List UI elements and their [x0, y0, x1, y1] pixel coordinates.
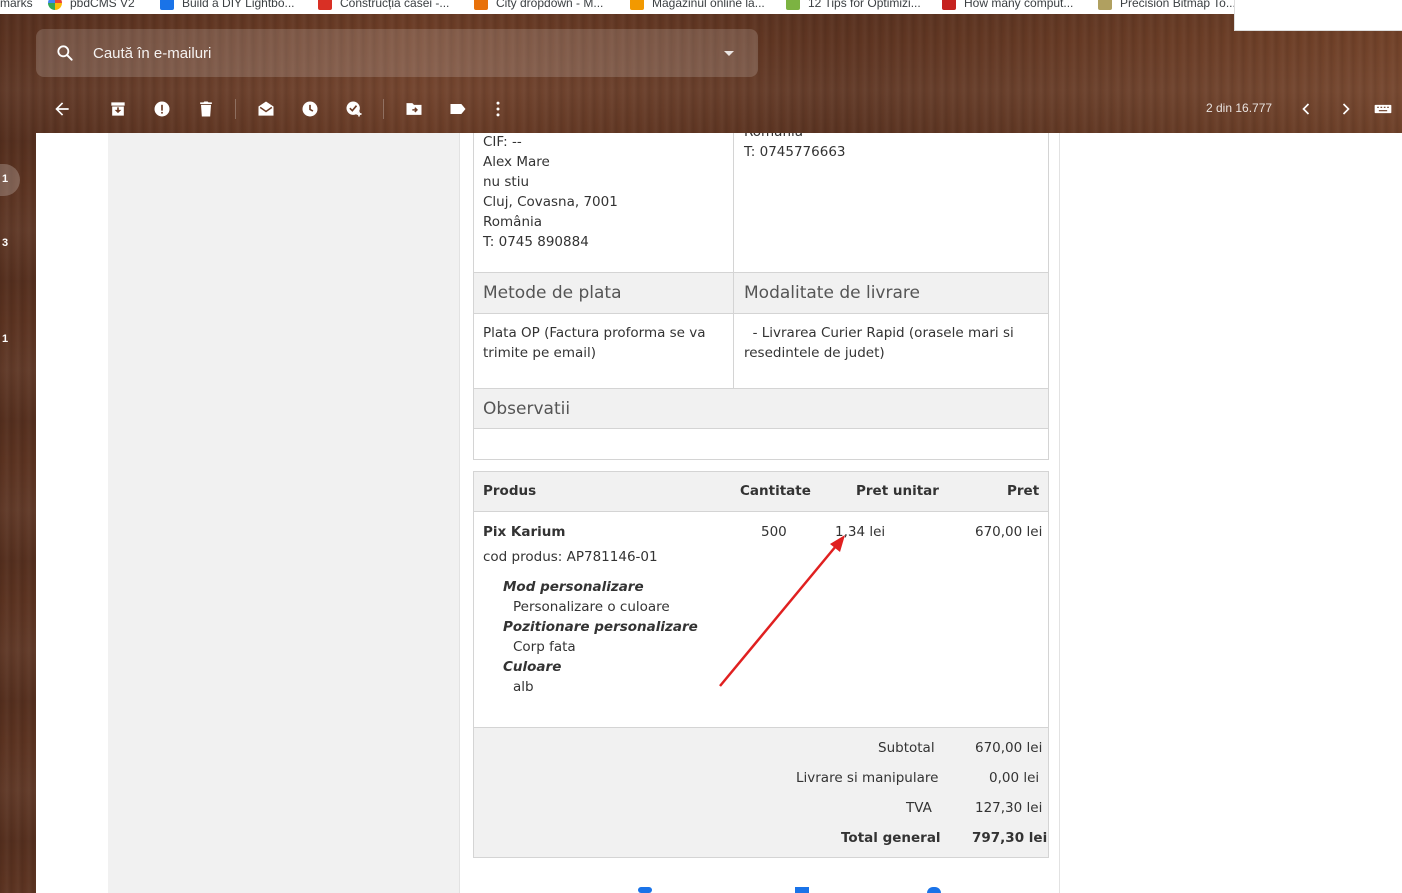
vat-value: 127,30 lei [975, 800, 1043, 816]
bookmark-item[interactable]: Construcția casei -... [318, 0, 468, 10]
bookmark-favicon-icon [48, 0, 62, 10]
footer-social-icon[interactable] [927, 887, 941, 893]
footer-social-icon[interactable] [638, 887, 652, 893]
subtotal-value: 670,00 lei [975, 740, 1043, 756]
column-header-product: Produs [483, 483, 537, 499]
payment-method-value: trimite pe email) [483, 345, 597, 361]
more-vertical-icon[interactable] [487, 98, 509, 120]
totals-section [474, 727, 1048, 857]
bookmarks-bar: marks pbdCMS V2 Build a DIY Lightbo... C… [0, 0, 1402, 14]
delivery-method-value: resedintele de judet) [744, 345, 885, 361]
bookmark-item[interactable]: Precision Bitmap To... [1098, 0, 1248, 10]
billing-line: Alex Mare [483, 154, 550, 170]
bookmark-item[interactable]: How many comput... [942, 0, 1092, 10]
bookmark-label: How many comput... [964, 0, 1074, 10]
payment-delivery-divider [733, 272, 734, 389]
toolbar-divider [235, 99, 236, 119]
bookmark-favicon-icon [474, 0, 488, 10]
option-label: Culoare [503, 659, 562, 675]
billing-line: T: 0745 890884 [483, 234, 589, 250]
delete-trash-icon[interactable] [195, 98, 217, 120]
grand-total-label: Total general [841, 830, 941, 846]
bookmark-label: Magazinul online la... [652, 0, 765, 10]
bookmark-label: City dropdown - M... [496, 0, 604, 10]
keyboard-icon[interactable] [1372, 98, 1394, 120]
option-label: Pozitionare personalizare [503, 619, 698, 635]
product-name: Pix Karium [483, 524, 566, 540]
column-header-unit-price: Pret unitar [856, 483, 939, 499]
observations-heading: Observatii [483, 399, 571, 419]
email-content-pane: CIF: -- Alex Mare nu stiu Cluj, Covasna,… [36, 133, 1402, 893]
toolbar-divider [383, 99, 384, 119]
bookmark-label: 12 Tips for Optimizi... [808, 0, 921, 10]
bookmark-label: pbdCMS V2 [70, 0, 135, 10]
payment-method-value: Plata OP (Factura proforma se va [483, 325, 706, 341]
option-label: Mod personalizare [503, 579, 644, 595]
sidebar-count: 1 [2, 333, 9, 345]
bookmark-item[interactable]: marks [0, 0, 38, 10]
search-bar[interactable]: Caută în e-mailuri [36, 29, 758, 77]
bookmark-label: Build a DIY Lightbo... [182, 0, 295, 10]
billing-line: CIF: -- [483, 134, 522, 150]
option-value: Personalizare o culoare [513, 599, 670, 615]
search-icon [57, 45, 73, 61]
shipping-value: 0,00 lei [989, 770, 1040, 786]
billing-line: nu stiu [483, 174, 530, 190]
bookmark-item[interactable]: Magazinul online la... [630, 0, 780, 10]
bookmark-label: marks [0, 0, 33, 10]
back-arrow-icon[interactable] [51, 98, 73, 120]
snooze-clock-icon[interactable] [299, 98, 321, 120]
product-quantity: 500 [761, 524, 787, 540]
pagination-count: 2 din 16.777 [1206, 101, 1273, 115]
delivery-method-value: - Livrarea Curier Rapid (orasele mari si [744, 325, 1014, 341]
product-price: 670,00 lei [975, 524, 1043, 540]
order-email-document: CIF: -- Alex Mare nu stiu Cluj, Covasna,… [459, 133, 1060, 893]
column-header-price: Pret [1007, 483, 1040, 499]
profile-popup-edge [1234, 0, 1402, 31]
shipping-line: România [744, 133, 803, 142]
report-spam-icon[interactable] [151, 98, 173, 120]
column-header-quantity: Cantitate [740, 483, 811, 499]
bookmark-item[interactable]: Build a DIY Lightbo... [160, 0, 312, 10]
archive-icon[interactable] [107, 98, 129, 120]
mark-unread-mail-icon[interactable] [255, 98, 277, 120]
payment-methods-heading: Metode de plata [483, 283, 622, 303]
footer-social-icon[interactable] [795, 887, 809, 893]
shipping-phone: T: 0745776663 [744, 144, 846, 160]
sidebar-count: 1 [2, 173, 9, 185]
move-to-folder-icon[interactable] [403, 98, 425, 120]
subtotal-label: Subtotal [878, 740, 935, 756]
option-value: alb [513, 679, 534, 695]
next-chevron-right-icon[interactable] [1335, 98, 1357, 120]
add-to-tasks-icon[interactable] [343, 98, 365, 120]
bookmark-item[interactable]: 12 Tips for Optimizi... [786, 0, 936, 10]
addresses-divider [733, 133, 734, 272]
billing-line: Cluj, Covasna, 7001 [483, 194, 618, 210]
product-unit-price: 1,34 lei [835, 524, 886, 540]
bookmark-favicon-icon [942, 0, 956, 10]
previous-chevron-left-icon[interactable] [1295, 98, 1317, 120]
search-options-chevron-down-icon[interactable] [724, 50, 734, 56]
search-input[interactable]: Caută în e-mailuri [93, 45, 724, 62]
option-value: Corp fata [513, 639, 576, 655]
bookmark-favicon-icon [630, 0, 644, 10]
sidebar-count: 3 [2, 237, 9, 249]
label-tag-icon[interactable] [447, 98, 469, 120]
shipping-label: Livrare si manipulare [796, 770, 939, 786]
bookmark-favicon-icon [1098, 0, 1112, 10]
grand-total-value: 797,30 lei [972, 830, 1048, 846]
bookmark-favicon-icon [318, 0, 332, 10]
product-code: cod produs: AP781146-01 [483, 549, 658, 565]
billing-line: România [483, 214, 543, 230]
vat-label: TVA [906, 800, 932, 816]
bookmark-label: Precision Bitmap To... [1120, 0, 1236, 10]
delivery-method-heading: Modalitate de livrare [744, 283, 920, 303]
bookmark-label: Construcția casei -... [340, 0, 450, 10]
bookmark-item[interactable]: pbdCMS V2 [48, 0, 152, 10]
bookmark-favicon-icon [160, 0, 174, 10]
bookmark-favicon-icon [786, 0, 800, 10]
bookmark-item[interactable]: City dropdown - M... [474, 0, 624, 10]
